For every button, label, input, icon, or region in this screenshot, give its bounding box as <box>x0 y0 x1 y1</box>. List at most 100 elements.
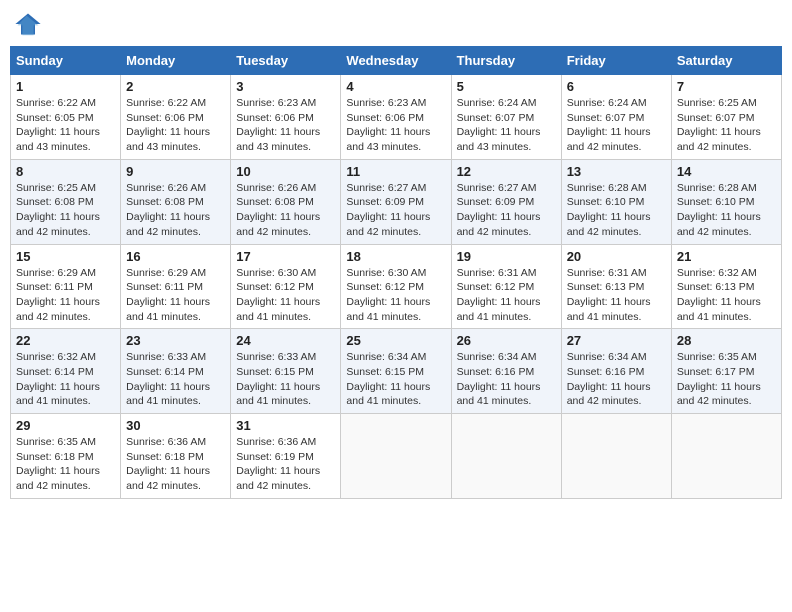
day-number: 19 <box>457 249 556 264</box>
day-number: 26 <box>457 333 556 348</box>
cell-info: Sunrise: 6:24 AMSunset: 6:07 PMDaylight:… <box>567 97 651 153</box>
calendar-cell: 21 Sunrise: 6:32 AMSunset: 6:13 PMDaylig… <box>671 244 781 329</box>
calendar-week-row: 29 Sunrise: 6:35 AMSunset: 6:18 PMDaylig… <box>11 414 782 499</box>
cell-info: Sunrise: 6:27 AMSunset: 6:09 PMDaylight:… <box>346 182 430 238</box>
calendar-cell: 11 Sunrise: 6:27 AMSunset: 6:09 PMDaylig… <box>341 159 451 244</box>
cell-info: Sunrise: 6:26 AMSunset: 6:08 PMDaylight:… <box>236 182 320 238</box>
calendar-cell: 25 Sunrise: 6:34 AMSunset: 6:15 PMDaylig… <box>341 329 451 414</box>
calendar-week-row: 1 Sunrise: 6:22 AMSunset: 6:05 PMDayligh… <box>11 75 782 160</box>
day-number: 4 <box>346 79 445 94</box>
cell-info: Sunrise: 6:22 AMSunset: 6:06 PMDaylight:… <box>126 97 210 153</box>
cell-info: Sunrise: 6:27 AMSunset: 6:09 PMDaylight:… <box>457 182 541 238</box>
cell-info: Sunrise: 6:25 AMSunset: 6:08 PMDaylight:… <box>16 182 100 238</box>
day-number: 23 <box>126 333 225 348</box>
calendar-cell: 5 Sunrise: 6:24 AMSunset: 6:07 PMDayligh… <box>451 75 561 160</box>
calendar-cell: 3 Sunrise: 6:23 AMSunset: 6:06 PMDayligh… <box>231 75 341 160</box>
cell-info: Sunrise: 6:23 AMSunset: 6:06 PMDaylight:… <box>236 97 320 153</box>
calendar-cell: 30 Sunrise: 6:36 AMSunset: 6:18 PMDaylig… <box>121 414 231 499</box>
cell-info: Sunrise: 6:24 AMSunset: 6:07 PMDaylight:… <box>457 97 541 153</box>
calendar-cell: 17 Sunrise: 6:30 AMSunset: 6:12 PMDaylig… <box>231 244 341 329</box>
day-number: 1 <box>16 79 115 94</box>
cell-info: Sunrise: 6:28 AMSunset: 6:10 PMDaylight:… <box>567 182 651 238</box>
day-number: 11 <box>346 164 445 179</box>
cell-info: Sunrise: 6:28 AMSunset: 6:10 PMDaylight:… <box>677 182 761 238</box>
calendar-cell <box>671 414 781 499</box>
calendar-cell: 15 Sunrise: 6:29 AMSunset: 6:11 PMDaylig… <box>11 244 121 329</box>
day-number: 31 <box>236 418 335 433</box>
day-number: 14 <box>677 164 776 179</box>
calendar-cell: 24 Sunrise: 6:33 AMSunset: 6:15 PMDaylig… <box>231 329 341 414</box>
calendar-cell: 19 Sunrise: 6:31 AMSunset: 6:12 PMDaylig… <box>451 244 561 329</box>
calendar-week-row: 15 Sunrise: 6:29 AMSunset: 6:11 PMDaylig… <box>11 244 782 329</box>
calendar-cell: 12 Sunrise: 6:27 AMSunset: 6:09 PMDaylig… <box>451 159 561 244</box>
day-number: 9 <box>126 164 225 179</box>
weekday-header-wednesday: Wednesday <box>341 47 451 75</box>
cell-info: Sunrise: 6:33 AMSunset: 6:15 PMDaylight:… <box>236 351 320 407</box>
calendar-cell: 10 Sunrise: 6:26 AMSunset: 6:08 PMDaylig… <box>231 159 341 244</box>
weekday-header-monday: Monday <box>121 47 231 75</box>
calendar-cell: 13 Sunrise: 6:28 AMSunset: 6:10 PMDaylig… <box>561 159 671 244</box>
day-number: 21 <box>677 249 776 264</box>
cell-info: Sunrise: 6:23 AMSunset: 6:06 PMDaylight:… <box>346 97 430 153</box>
day-number: 8 <box>16 164 115 179</box>
day-number: 6 <box>567 79 666 94</box>
cell-info: Sunrise: 6:29 AMSunset: 6:11 PMDaylight:… <box>126 267 210 323</box>
weekday-header-sunday: Sunday <box>11 47 121 75</box>
day-number: 25 <box>346 333 445 348</box>
day-number: 28 <box>677 333 776 348</box>
calendar-week-row: 22 Sunrise: 6:32 AMSunset: 6:14 PMDaylig… <box>11 329 782 414</box>
cell-info: Sunrise: 6:31 AMSunset: 6:12 PMDaylight:… <box>457 267 541 323</box>
calendar-cell: 7 Sunrise: 6:25 AMSunset: 6:07 PMDayligh… <box>671 75 781 160</box>
calendar-cell: 18 Sunrise: 6:30 AMSunset: 6:12 PMDaylig… <box>341 244 451 329</box>
day-number: 2 <box>126 79 225 94</box>
day-number: 24 <box>236 333 335 348</box>
weekday-header-thursday: Thursday <box>451 47 561 75</box>
cell-info: Sunrise: 6:35 AMSunset: 6:18 PMDaylight:… <box>16 436 100 492</box>
calendar-cell: 2 Sunrise: 6:22 AMSunset: 6:06 PMDayligh… <box>121 75 231 160</box>
cell-info: Sunrise: 6:36 AMSunset: 6:18 PMDaylight:… <box>126 436 210 492</box>
header <box>10 10 782 38</box>
calendar-cell: 16 Sunrise: 6:29 AMSunset: 6:11 PMDaylig… <box>121 244 231 329</box>
day-number: 12 <box>457 164 556 179</box>
day-number: 7 <box>677 79 776 94</box>
cell-info: Sunrise: 6:31 AMSunset: 6:13 PMDaylight:… <box>567 267 651 323</box>
day-number: 30 <box>126 418 225 433</box>
cell-info: Sunrise: 6:30 AMSunset: 6:12 PMDaylight:… <box>236 267 320 323</box>
calendar-cell: 23 Sunrise: 6:33 AMSunset: 6:14 PMDaylig… <box>121 329 231 414</box>
day-number: 10 <box>236 164 335 179</box>
cell-info: Sunrise: 6:32 AMSunset: 6:13 PMDaylight:… <box>677 267 761 323</box>
calendar-cell: 31 Sunrise: 6:36 AMSunset: 6:19 PMDaylig… <box>231 414 341 499</box>
day-number: 16 <box>126 249 225 264</box>
calendar-cell: 14 Sunrise: 6:28 AMSunset: 6:10 PMDaylig… <box>671 159 781 244</box>
calendar-cell: 1 Sunrise: 6:22 AMSunset: 6:05 PMDayligh… <box>11 75 121 160</box>
day-number: 17 <box>236 249 335 264</box>
calendar-cell <box>341 414 451 499</box>
day-number: 22 <box>16 333 115 348</box>
calendar-cell <box>451 414 561 499</box>
weekday-header-saturday: Saturday <box>671 47 781 75</box>
cell-info: Sunrise: 6:29 AMSunset: 6:11 PMDaylight:… <box>16 267 100 323</box>
day-number: 20 <box>567 249 666 264</box>
cell-info: Sunrise: 6:34 AMSunset: 6:16 PMDaylight:… <box>567 351 651 407</box>
calendar-week-row: 8 Sunrise: 6:25 AMSunset: 6:08 PMDayligh… <box>11 159 782 244</box>
calendar-cell: 20 Sunrise: 6:31 AMSunset: 6:13 PMDaylig… <box>561 244 671 329</box>
weekday-header-tuesday: Tuesday <box>231 47 341 75</box>
day-number: 5 <box>457 79 556 94</box>
cell-info: Sunrise: 6:34 AMSunset: 6:16 PMDaylight:… <box>457 351 541 407</box>
cell-info: Sunrise: 6:30 AMSunset: 6:12 PMDaylight:… <box>346 267 430 323</box>
day-number: 27 <box>567 333 666 348</box>
calendar-cell <box>561 414 671 499</box>
calendar-cell: 4 Sunrise: 6:23 AMSunset: 6:06 PMDayligh… <box>341 75 451 160</box>
calendar-cell: 29 Sunrise: 6:35 AMSunset: 6:18 PMDaylig… <box>11 414 121 499</box>
calendar-cell: 22 Sunrise: 6:32 AMSunset: 6:14 PMDaylig… <box>11 329 121 414</box>
day-number: 18 <box>346 249 445 264</box>
day-number: 15 <box>16 249 115 264</box>
cell-info: Sunrise: 6:34 AMSunset: 6:15 PMDaylight:… <box>346 351 430 407</box>
day-number: 29 <box>16 418 115 433</box>
cell-info: Sunrise: 6:26 AMSunset: 6:08 PMDaylight:… <box>126 182 210 238</box>
cell-info: Sunrise: 6:33 AMSunset: 6:14 PMDaylight:… <box>126 351 210 407</box>
calendar-table: SundayMondayTuesdayWednesdayThursdayFrid… <box>10 46 782 499</box>
cell-info: Sunrise: 6:25 AMSunset: 6:07 PMDaylight:… <box>677 97 761 153</box>
calendar-cell: 27 Sunrise: 6:34 AMSunset: 6:16 PMDaylig… <box>561 329 671 414</box>
logo-icon <box>14 10 42 38</box>
